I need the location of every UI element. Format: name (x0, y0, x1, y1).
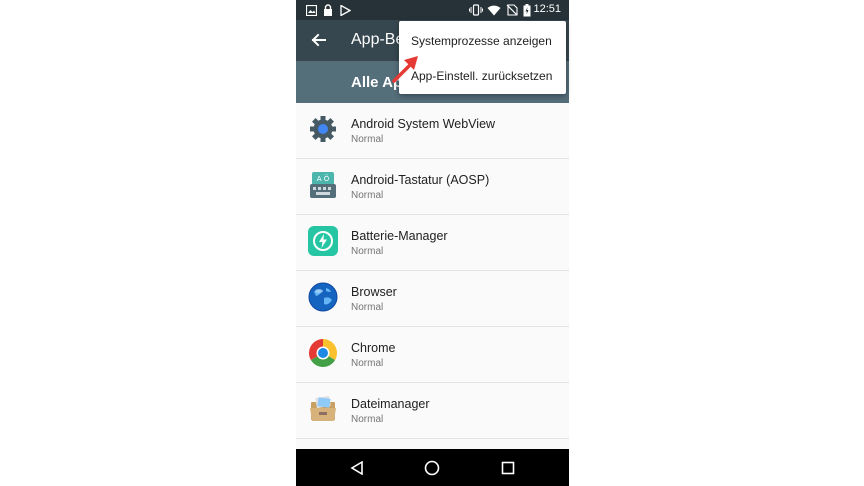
wifi-icon (487, 3, 501, 17)
chrome-icon (308, 338, 338, 368)
list-item[interactable]: Batterie-Manager Normal (296, 215, 569, 271)
menu-item-reset-preferences[interactable]: App-Einstell. zurücksetzen (411, 69, 552, 83)
app-name: Android-Tastatur (AOSP) (351, 173, 490, 187)
annotation-arrow-icon (392, 56, 418, 83)
app-status: Normal (351, 134, 384, 145)
file-manager-icon (308, 394, 338, 424)
list-item[interactable]: Android System WebView Normal (296, 103, 569, 159)
app-name: Dateimanager (351, 397, 430, 411)
app-status: Normal (351, 358, 384, 369)
back-triangle-icon[interactable] (347, 458, 367, 478)
app-status: Normal (351, 246, 384, 257)
status-time: 12:51 (533, 3, 561, 15)
app-name: Android System WebView (351, 117, 496, 131)
arrow-back-icon[interactable] (308, 29, 330, 51)
app-status: Normal (351, 190, 384, 201)
app-name: Chrome (351, 341, 396, 355)
home-circle-icon[interactable] (422, 458, 442, 478)
vibrate-icon (469, 3, 483, 17)
keyboard-icon: A Ö (308, 170, 338, 200)
battery-manager-icon (308, 226, 338, 256)
no-sim-icon (505, 3, 519, 17)
app-name: Browser (351, 285, 397, 299)
list-item[interactable]: Browser Normal (296, 271, 569, 327)
globe-icon (308, 282, 338, 312)
app-name: Batterie-Manager (351, 229, 448, 243)
navigation-bar (296, 449, 569, 486)
list-item[interactable]: Dateimanager Normal (296, 383, 569, 439)
status-bar: 12:51 (296, 0, 569, 20)
battery-charging-icon (520, 3, 534, 17)
play-store-icon (338, 3, 352, 17)
image-icon (304, 3, 318, 17)
list-item[interactable]: A Ö Android-Tastatur (AOSP) Normal (296, 159, 569, 215)
list-item[interactable]: Chrome Normal (296, 327, 569, 383)
page-title: App-Be (351, 31, 405, 48)
app-status: Normal (351, 414, 384, 425)
svg-text:A Ö: A Ö (317, 174, 330, 183)
menu-item-show-system[interactable]: Systemprozesse anzeigen (411, 34, 552, 48)
recents-square-icon[interactable] (498, 458, 518, 478)
lock-icon (321, 3, 335, 17)
app-status: Normal (351, 302, 384, 313)
gear-icon (308, 114, 338, 144)
app-list: Android System WebView Normal A Ö Androi… (296, 103, 569, 439)
